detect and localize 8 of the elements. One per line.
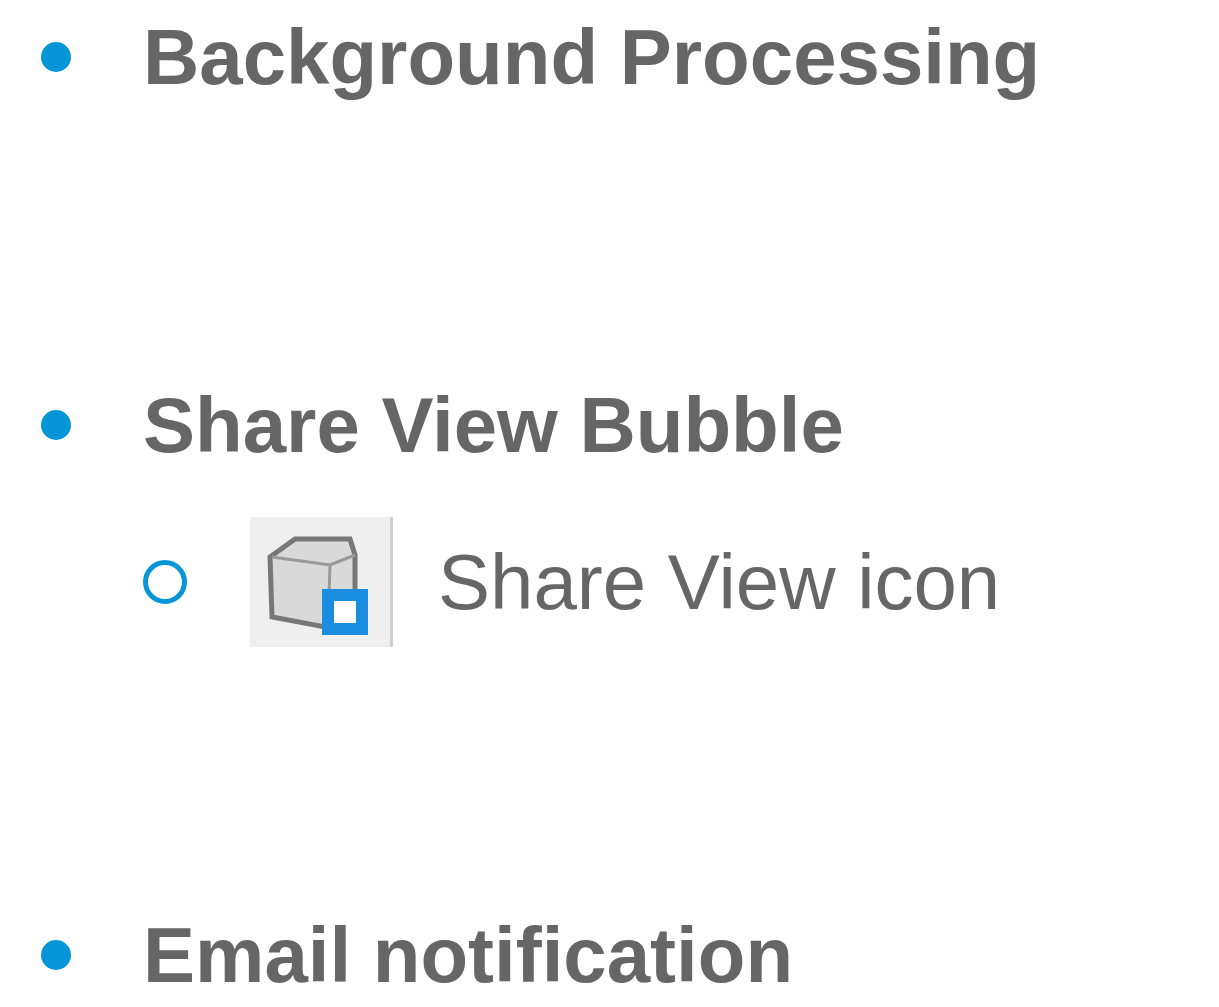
hollow-bullet xyxy=(143,560,187,604)
bullet-dot xyxy=(41,940,71,970)
bullet-dot xyxy=(41,410,71,440)
list-heading: Email notification xyxy=(143,912,794,998)
list-item-text: Share View icon xyxy=(438,539,1001,625)
list-heading: Share View Bubble xyxy=(143,382,844,468)
list-heading: Background Processing xyxy=(143,14,1041,100)
bullet-dot xyxy=(41,42,71,72)
